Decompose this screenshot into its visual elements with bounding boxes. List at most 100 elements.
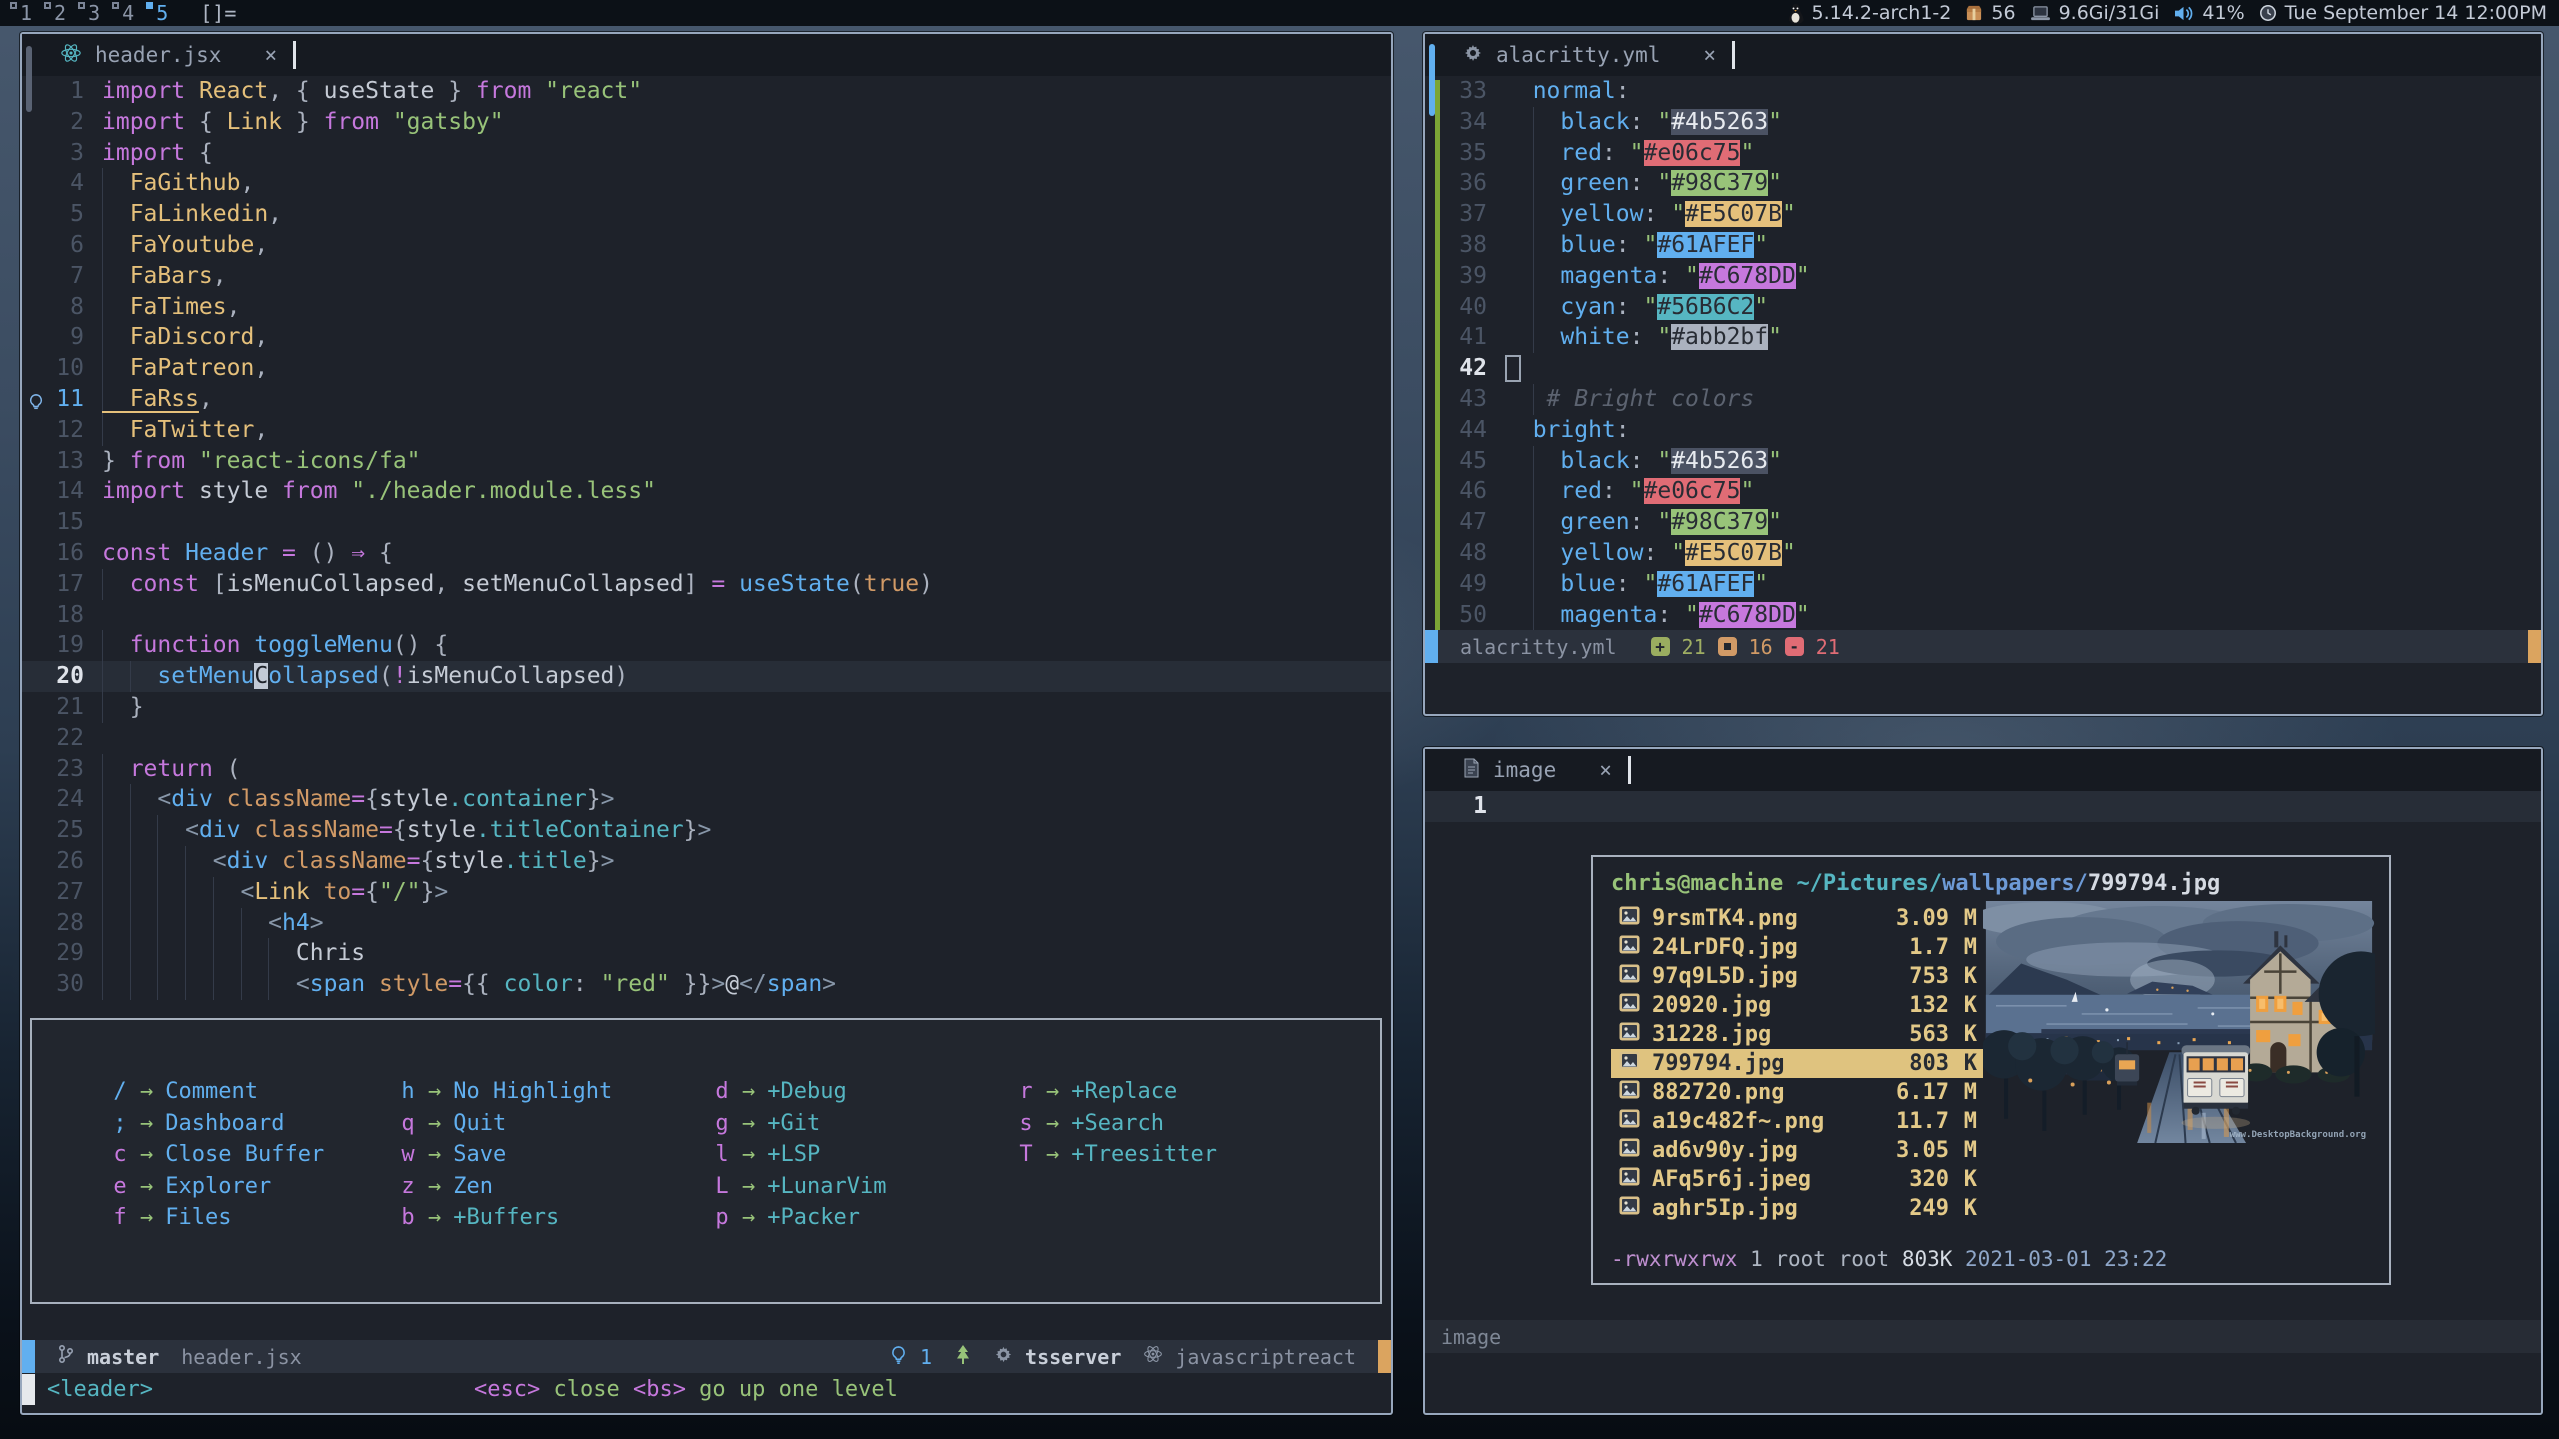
- code-line: 3import {: [22, 138, 1391, 169]
- code-line: 1import React, { useState } from "react": [22, 76, 1391, 107]
- file-row[interactable]: 9rsmTK4.png3.09M: [1611, 904, 1983, 933]
- status-bar: 12345 []= 5.14.2-arch1-2569.6Gi/31Gi41%T…: [0, 0, 2559, 26]
- code-line: 4 FaGithub,: [22, 168, 1391, 199]
- workspace-3[interactable]: 3: [78, 1, 112, 25]
- tab-label: alacritty.yml: [1496, 43, 1660, 67]
- close-icon[interactable]: ×: [1599, 758, 1612, 782]
- whichkey-item[interactable]: T→+Treesitter: [1018, 1139, 1217, 1171]
- workspace-indicator: [112, 2, 119, 9]
- workspace-4[interactable]: 4: [112, 1, 146, 25]
- current-line[interactable]: 1: [1425, 791, 2541, 822]
- workspace-indicator: [146, 2, 153, 9]
- file-row[interactable]: AFq5r6j.jpeg320K: [1611, 1165, 1983, 1194]
- code-line: 41 white: "#abb2bf": [1425, 322, 2541, 353]
- mode-indicator: [22, 1340, 35, 1373]
- whichkey-item[interactable]: w→Save: [400, 1139, 714, 1171]
- whichkey-item[interactable]: l→+LSP: [714, 1139, 1018, 1171]
- file-row[interactable]: ad6v90y.jpg3.05M: [1611, 1136, 1983, 1165]
- whichkey-item[interactable]: p→+Packer: [714, 1202, 1018, 1234]
- tab-alacritty-yml[interactable]: alacritty.yml ×: [1463, 43, 1716, 68]
- code-line: 21 }: [22, 692, 1391, 723]
- file-row[interactable]: a19c482f~.png11.7M: [1611, 1107, 1983, 1136]
- code-line: 49 blue: "#61AFEF": [1425, 569, 2541, 600]
- code-editor-right[interactable]: 33 normal:34 black: "#4b5263"35 red: "#e…: [1425, 76, 2541, 630]
- code-line: 48 yellow: "#E5C07B": [1425, 538, 2541, 569]
- file-row[interactable]: 31228.jpg563K: [1611, 1020, 1983, 1049]
- git-branch[interactable]: master: [87, 1345, 159, 1369]
- file-row[interactable]: 882720.png6.17M: [1611, 1078, 1983, 1107]
- whichkey-item[interactable]: b→+Buffers: [400, 1202, 714, 1234]
- workspace-2[interactable]: 2: [44, 1, 78, 25]
- code-editor-left[interactable]: 1import React, { useState } from "react"…: [22, 76, 1391, 1000]
- cmdline-left[interactable]: <leader> <esc> close <bs> go up one leve…: [22, 1373, 1391, 1406]
- workspace-5[interactable]: 5: [146, 1, 180, 25]
- close-icon[interactable]: ×: [264, 43, 277, 67]
- whichkey-item[interactable]: z→Zen: [400, 1171, 714, 1203]
- whichkey-item[interactable]: d→+Debug: [714, 1076, 1018, 1108]
- code-line: 43 # Bright colors: [1425, 384, 2541, 415]
- filemanager-path: chris@machine ~/Pictures/wallpapers/7997…: [1611, 871, 2389, 896]
- git-changed-icon: [1718, 637, 1737, 656]
- image-file-icon: [1619, 1022, 1652, 1047]
- path-file: 799794.jpg: [2088, 871, 2220, 896]
- diagnostics-count[interactable]: 1: [920, 1345, 932, 1369]
- mode-indicator: [1425, 630, 1438, 663]
- whichkey-item[interactable]: h→No Highlight: [400, 1076, 714, 1108]
- statusline-image: image: [1425, 1320, 2541, 1353]
- whichkey-item[interactable]: L→+LunarVim: [714, 1171, 1018, 1203]
- lsp-server[interactable]: tsserver: [1025, 1345, 1121, 1369]
- whichkey-item[interactable]: /→Comment: [112, 1076, 400, 1108]
- file-row[interactable]: 24LrDFQ.jpg1.7M: [1611, 933, 1983, 962]
- whichkey-item[interactable]: r→+Replace: [1018, 1076, 1217, 1108]
- code-line: 45 black: "#4b5263": [1425, 446, 2541, 477]
- image-file-icon: [1619, 1138, 1652, 1163]
- whichkey-popup: /→Comment;→Dashboardc→Close Buffere→Expl…: [30, 1018, 1382, 1304]
- code-line: 23 return (: [22, 754, 1391, 785]
- code-line: 46 red: "#e06c75": [1425, 476, 2541, 507]
- whichkey-item[interactable]: g→+Git: [714, 1108, 1018, 1140]
- whichkey-item[interactable]: q→Quit: [400, 1108, 714, 1140]
- file-row[interactable]: aghr5Ip.jpg249K: [1611, 1194, 1983, 1223]
- status-penguin: 5.14.2-arch1-2: [1787, 2, 1952, 24]
- editor-window-right-top: alacritty.yml × 33 normal:34 black: "#4b…: [1423, 32, 2543, 716]
- tab-image[interactable]: image ×: [1463, 758, 1612, 783]
- whichkey-column-2: h→No Highlightq→Quitw→Savez→Zenb→+Buffer…: [400, 1076, 714, 1302]
- code-line: 26 <div className={style.title}>: [22, 846, 1391, 877]
- whichkey-item[interactable]: f→Files: [112, 1202, 400, 1234]
- treesitter-icon: [954, 1344, 972, 1370]
- editor-window-left: header.jsx × 1import React, { useState }…: [20, 32, 1393, 1415]
- close-icon[interactable]: ×: [1703, 43, 1716, 67]
- code-line: 2import { Link } from "gatsby": [22, 107, 1391, 138]
- file-row[interactable]: 97q9L5D.jpg753K: [1611, 962, 1983, 991]
- code-line: 15: [22, 507, 1391, 538]
- image-file-icon: [1619, 906, 1652, 931]
- code-line: 34 black: "#4b5263": [1425, 107, 2541, 138]
- code-line: 12 FaTwitter,: [22, 415, 1391, 446]
- code-line: 6 FaYoutube,: [22, 230, 1391, 261]
- whichkey-item[interactable]: s→+Search: [1018, 1108, 1217, 1140]
- image-file-icon: [1619, 964, 1652, 989]
- code-line: 24 <div className={style.container}>: [22, 784, 1391, 815]
- statusline-filename: header.jsx: [181, 1345, 301, 1369]
- penguin-icon: [1787, 3, 1804, 24]
- whichkey-item[interactable]: ;→Dashboard: [112, 1108, 400, 1140]
- file-info: -rwxrwxrwx 1 root root 803K 2021-03-01 2…: [1611, 1247, 2167, 1271]
- code-line: 42: [1425, 353, 2541, 384]
- workspace-1[interactable]: 1: [10, 1, 44, 25]
- image-window: image × 1 chris@machine ~/Pictures/wallp…: [1423, 747, 2543, 1415]
- code-line: 29 Chris: [22, 938, 1391, 969]
- path-dir: wallpapers/: [1942, 871, 2088, 896]
- code-line: 36 green: "#98C379": [1425, 168, 2541, 199]
- whichkey-item[interactable]: e→Explorer: [112, 1171, 400, 1203]
- code-line: 11 FaRss,: [22, 384, 1391, 415]
- file-row[interactable]: 799794.jpg803K: [1611, 1049, 1983, 1078]
- memory-icon: [2030, 5, 2051, 22]
- code-line: 7 FaBars,: [22, 261, 1391, 292]
- file-row[interactable]: 20920.jpg132K: [1611, 991, 1983, 1020]
- tab-header-jsx[interactable]: header.jsx ×: [60, 42, 277, 69]
- code-line: 22: [22, 723, 1391, 754]
- layout-symbol[interactable]: []=: [200, 1, 236, 25]
- whichkey-item[interactable]: c→Close Buffer: [112, 1139, 400, 1171]
- status-memory: 9.6Gi/31Gi: [2030, 2, 2160, 24]
- code-line: 16const Header = () ⇒ {: [22, 538, 1391, 569]
